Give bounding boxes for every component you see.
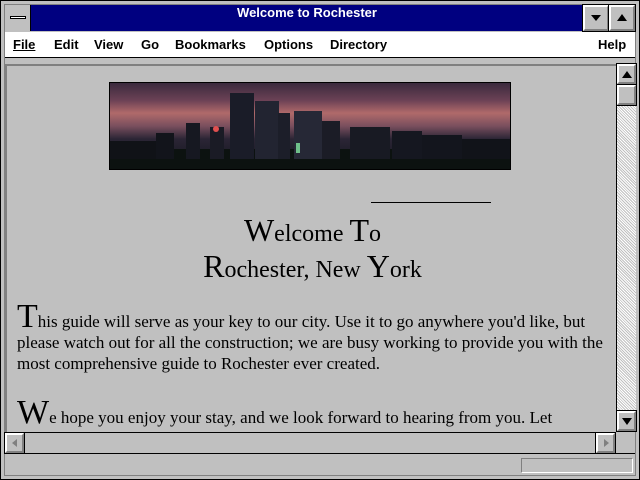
browser-window: Welcome to Rochester File Edit View Go B…	[0, 0, 640, 480]
heading-cap: W	[243, 212, 275, 248]
menu-options-label: Options	[264, 37, 314, 52]
arrow-down-icon	[622, 418, 632, 425]
maximize-icon	[617, 14, 627, 21]
status-progress-field	[521, 458, 633, 473]
menu-edit[interactable]: Edit	[54, 37, 79, 52]
heading-cap: Y	[366, 248, 390, 284]
page-content[interactable]: Welcome To Rochester, New York This guid…	[5, 64, 616, 432]
paragraph-text: e hope you enjoy your stay, and we look …	[49, 408, 553, 427]
menu-help[interactable]: Help	[598, 37, 626, 52]
vertical-scroll-track[interactable]	[617, 84, 636, 412]
drop-cap: W	[17, 394, 50, 431]
heading-text: ork	[389, 257, 422, 283]
menu-file[interactable]: File	[13, 37, 35, 52]
arrow-left-icon	[12, 439, 17, 447]
second-paragraph: We hope you enjoy your stay, and we look…	[17, 396, 609, 430]
heading-cap: R	[203, 248, 225, 284]
page-heading-line2: Rochester, New York	[7, 248, 616, 285]
heading-cap: T	[349, 212, 370, 248]
menu-help-label: Help	[598, 37, 627, 52]
menu-directory[interactable]: Directory	[330, 37, 387, 52]
intro-paragraph: This guide will serve as your key to our…	[17, 300, 609, 374]
heading-text: ochester, New	[224, 257, 367, 283]
paragraph-text: his guide will serve as your key to our …	[17, 312, 603, 373]
status-bar	[5, 453, 635, 475]
scroll-down-button[interactable]	[617, 411, 636, 431]
scroll-left-button[interactable]	[5, 433, 24, 453]
menu-go[interactable]: Go	[141, 37, 159, 52]
arrow-right-icon	[604, 439, 609, 447]
vertical-scroll-thumb[interactable]	[617, 85, 636, 105]
title-bar[interactable]: Welcome to Rochester	[5, 5, 635, 31]
system-menu-icon	[10, 16, 26, 19]
menu-options[interactable]: Options	[264, 37, 313, 52]
skyline-banner-image	[109, 82, 511, 170]
skyline-graphic	[110, 93, 510, 169]
minimize-icon	[591, 15, 601, 21]
menu-go-label: Go	[141, 37, 160, 52]
maximize-button[interactable]	[609, 5, 635, 31]
system-menu-button[interactable]	[5, 5, 31, 31]
menu-file-label: File	[13, 37, 36, 52]
menu-bookmarks[interactable]: Bookmarks	[175, 37, 246, 52]
window-title: Welcome to Rochester	[237, 5, 377, 20]
scroll-up-button[interactable]	[617, 64, 636, 84]
menu-bar: File Edit View Go Bookmarks Options Dire…	[5, 32, 635, 58]
vertical-scrollbar[interactable]	[616, 64, 636, 432]
menu-view[interactable]: View	[94, 37, 123, 52]
heading-text: o	[369, 221, 382, 247]
menu-bookmarks-label: Bookmarks	[175, 37, 246, 52]
heading-text: elcome	[274, 221, 350, 247]
drop-cap: T	[17, 298, 38, 335]
horizontal-scrollbar[interactable]	[5, 432, 616, 453]
horizontal-rule	[371, 202, 491, 203]
scroll-right-button[interactable]	[596, 433, 615, 453]
menu-directory-label: Directory	[330, 37, 388, 52]
minimize-button[interactable]	[583, 5, 609, 31]
menu-edit-label: Edit	[54, 37, 79, 52]
arrow-up-icon	[622, 71, 632, 78]
menu-view-label: View	[94, 37, 124, 52]
page-heading-line1: Welcome To	[7, 212, 616, 249]
